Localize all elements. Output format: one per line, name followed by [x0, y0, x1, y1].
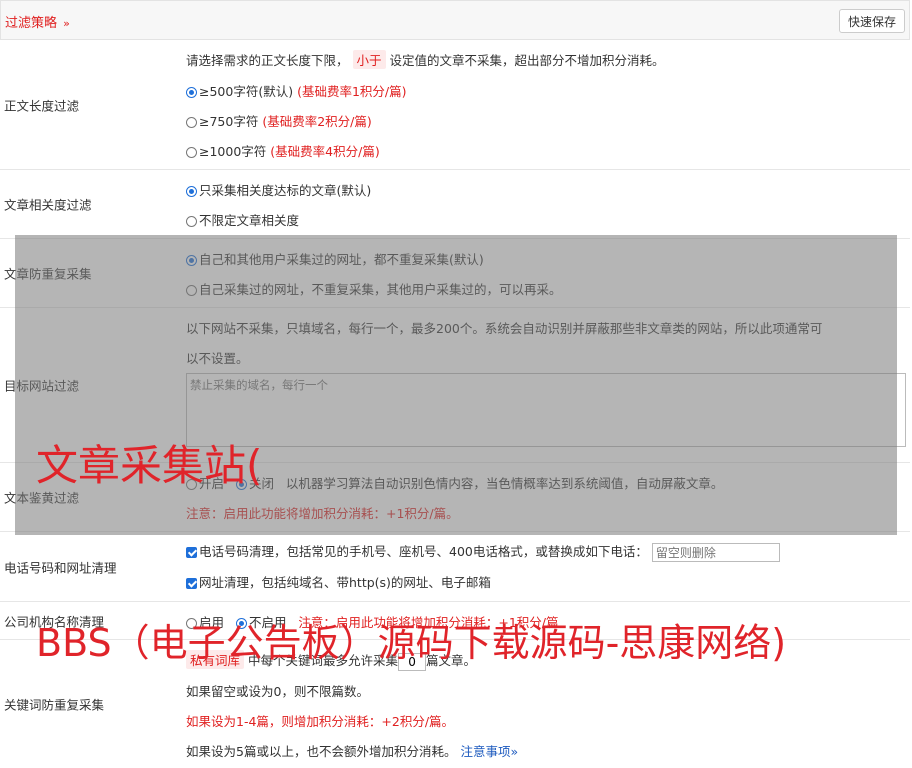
- less-than-tag: 小于: [352, 50, 386, 69]
- section-title-text: 过滤策略: [5, 16, 58, 31]
- porn-filter-note: 注意：启用此功能将增加积分消耗：+1积分/篇。: [186, 506, 459, 521]
- org-clean-note: 注意：启用此功能将增加积分消耗：+1积分/篇: [298, 615, 559, 630]
- porn-filter-on-option[interactable]: 开启: [186, 476, 224, 491]
- dedupe-row: 文章防重复采集 自己和其他用户采集过的网址，都不重复采集(默认) 自己采集过的网…: [0, 239, 910, 308]
- length-option-1000[interactable]: ≥1000字符 (基础费率4积分/篇): [186, 141, 380, 160]
- length-filter-row: 正文长度过滤 请选择需求的正文长度下限， 小于 设定值的文章不采集，超出部分不增…: [0, 40, 910, 170]
- replacement-phone-input[interactable]: [651, 543, 780, 562]
- radio-selected-icon[interactable]: [235, 618, 247, 629]
- keyword-limit-line: 私有词库 中每个关键词最多允许采集篇文章。: [186, 650, 476, 671]
- radio-selected-icon[interactable]: [235, 479, 247, 490]
- row-label: 文章相关度过滤: [4, 197, 92, 213]
- notes-link[interactable]: 注意事项»: [460, 744, 518, 759]
- checkbox-checked-icon[interactable]: [186, 547, 197, 558]
- url-clean-option[interactable]: 网址清理，包括纯域名、带http(s)的网址、电子邮箱: [186, 572, 491, 591]
- radio-icon[interactable]: [186, 216, 197, 227]
- keyword-hint-free: 如果设为5篇或以上，也不会额外增加积分消耗。 注意事项»: [186, 744, 519, 759]
- org-clean-options: 启用 不启用 注意：启用此功能将增加积分消耗：+1积分/篇: [186, 612, 559, 631]
- radio-selected-icon[interactable]: [186, 186, 197, 197]
- radio-icon[interactable]: [186, 147, 197, 158]
- checkbox-checked-icon[interactable]: [186, 578, 197, 589]
- chevron-down-icon: »: [510, 744, 519, 759]
- porn-filter-off-option[interactable]: 关闭: [235, 476, 274, 491]
- row-label: 关键词防重复采集: [4, 697, 105, 713]
- org-clean-off-option[interactable]: 不启用: [235, 615, 286, 630]
- radio-icon[interactable]: [186, 479, 197, 490]
- max-articles-per-keyword-input[interactable]: [398, 652, 427, 671]
- row-label: 公司机构名称清理: [4, 614, 105, 629]
- radio-icon[interactable]: [186, 285, 197, 296]
- phone-clean-row: 电话号码和网址清理 电话号码清理，包括常见的手机号、座机号、400电话格式，或替…: [0, 532, 910, 602]
- radio-icon[interactable]: [186, 618, 197, 629]
- chevron-down-icon: »: [63, 17, 70, 30]
- keyword-hint-cost: 如果设为1-4篇，则增加积分消耗：+2积分/篇。: [186, 714, 455, 729]
- relevance-option-qualified[interactable]: 只采集相关度达标的文章(默认): [186, 180, 371, 199]
- length-filter-desc: 请选择需求的正文长度下限， 小于 设定值的文章不采集，超出部分不增加积分消耗。: [186, 50, 665, 69]
- site-filter-row: 目标网站过滤 以下网站不采集，只填域名，每行一个，最多200个。系统会自动识别并…: [0, 308, 910, 463]
- private-lexicon-tag: 私有词库: [186, 650, 245, 669]
- row-label: 正文长度过滤: [4, 98, 80, 113]
- org-clean-on-option[interactable]: 启用: [186, 615, 224, 630]
- radio-selected-icon[interactable]: [186, 255, 197, 266]
- keyword-hint-zero: 如果留空或设为0，则不限篇数。: [186, 684, 369, 699]
- filter-strategy-header: 过滤策略 » 快速保存: [0, 0, 910, 40]
- quick-save-button[interactable]: 快速保存: [838, 9, 905, 33]
- length-option-750[interactable]: ≥750字符 (基础费率2积分/篇): [186, 111, 372, 130]
- dedupe-option-all[interactable]: 自己和其他用户采集过的网址，都不重复采集(默认): [186, 249, 484, 268]
- org-clean-row: 公司机构名称清理 启用 不启用 注意：启用此功能将增加积分消耗：+1积分/篇: [0, 602, 910, 640]
- relevance-option-any[interactable]: 不限定文章相关度: [186, 210, 299, 229]
- radio-selected-icon[interactable]: [186, 87, 197, 98]
- row-label: 文章防重复采集: [4, 266, 92, 282]
- relevance-row: 文章相关度过滤 只采集相关度达标的文章(默认) 不限定文章相关度: [0, 170, 910, 239]
- dedupe-option-self[interactable]: 自己采集过的网址，不重复采集，其他用户采集过的，可以再采。: [186, 279, 562, 298]
- site-filter-desc-1: 以下网站不采集，只填域名，每行一个，最多200个。系统会自动识别并屏蔽那些非文章…: [186, 321, 823, 336]
- porn-filter-row: 文本鉴黄过滤 开启 关闭 以机器学习算法自动识别色情内容，当色情概率达到系统阈值…: [0, 463, 910, 532]
- section-title[interactable]: 过滤策略 »: [5, 12, 70, 31]
- keyword-dedupe-row: 关键词防重复采集 私有词库 中每个关键词最多允许采集篇文章。 如果留空或设为0，…: [0, 640, 910, 768]
- site-filter-desc-2: 以不设置。: [186, 351, 249, 366]
- row-label: 电话号码和网址清理: [4, 560, 117, 575]
- blocked-domains-textarea[interactable]: [186, 373, 906, 447]
- radio-icon[interactable]: [186, 117, 197, 128]
- length-option-500[interactable]: ≥500字符(默认) (基础费率1积分/篇): [186, 81, 407, 100]
- phone-clean-option[interactable]: 电话号码清理，包括常见的手机号、座机号、400电话格式，或替换成如下电话：: [186, 541, 780, 562]
- porn-filter-options: 开启 关闭 以机器学习算法自动识别色情内容，当色情概率达到系统阈值，自动屏蔽文章…: [186, 473, 723, 492]
- row-label: 目标网站过滤: [4, 378, 80, 394]
- row-label: 文本鉴黄过滤: [4, 490, 80, 506]
